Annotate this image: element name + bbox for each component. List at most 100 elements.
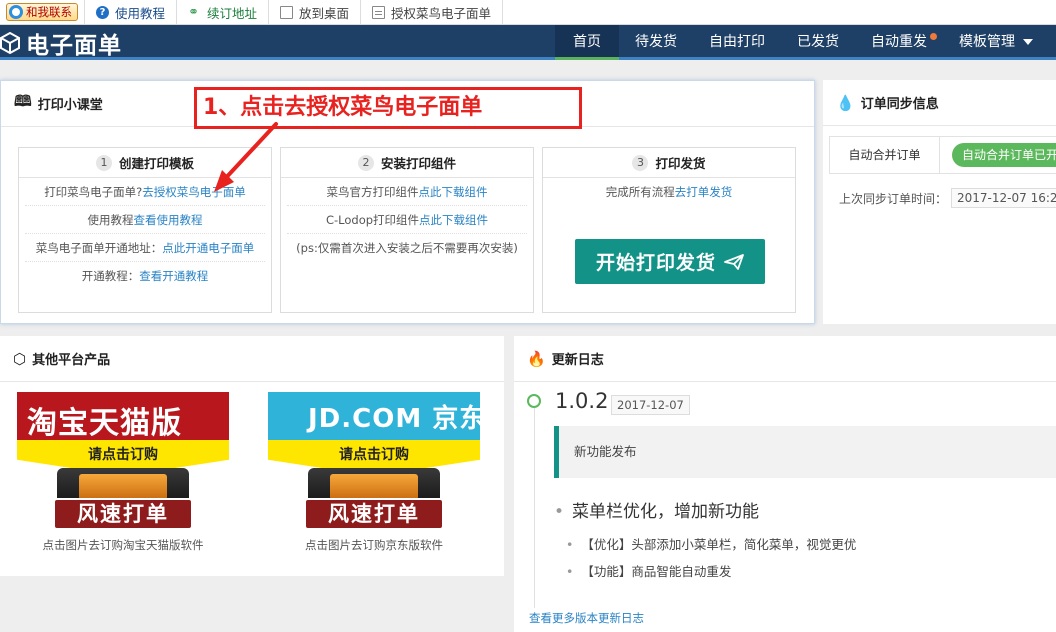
nav-home[interactable]: 首页 xyxy=(555,25,619,60)
step-title: 创建打印模板 xyxy=(119,153,194,172)
download-cainiao-component-link[interactable]: 点此下载组件 xyxy=(419,185,488,199)
tutorial-link[interactable]: ? 使用教程 xyxy=(85,0,177,25)
nav-pending-shipment[interactable]: 待发货 xyxy=(619,25,693,60)
brand-title: 电子面单 xyxy=(26,26,122,60)
desktop-shortcut-link[interactable]: 放到桌面 xyxy=(269,0,361,25)
desktop-icon xyxy=(280,6,293,19)
jd-caption: 点击图片去订购京东版软件 xyxy=(268,537,480,553)
step-header: 3 打印发货 xyxy=(543,148,795,178)
notification-dot xyxy=(930,33,937,40)
release-notice: 新功能发布 xyxy=(554,426,1056,478)
open-tutorial-link[interactable]: 查看开通教程 xyxy=(139,269,208,283)
book-icon: 🕮 xyxy=(14,91,32,116)
qq-icon xyxy=(9,5,23,19)
nav-template-manage-label: 模板管理 xyxy=(959,34,1015,50)
version-number: 1.0.2 xyxy=(555,389,608,413)
step-line: C-Lodop打印组件点此下载组件 xyxy=(287,206,527,234)
more-changelog-link[interactable]: 查看更多版本更新日志 xyxy=(529,610,644,626)
install-note: (ps:仅需首次进入安装之后不需要再次安装) xyxy=(296,241,518,255)
auto-merge-toggle[interactable]: 自动合并订单已开 xyxy=(952,143,1056,167)
line-text: 使用教程 xyxy=(88,213,134,227)
auto-merge-label: 自动合并订单 xyxy=(830,137,940,173)
authorize-cainiao-label: 授权菜鸟电子面单 xyxy=(391,3,491,22)
step-number: 1 xyxy=(96,155,112,171)
nav-shipped[interactable]: 已发货 xyxy=(781,25,855,60)
main-change-point: 菜单栏优化，增加新功能 xyxy=(554,497,759,522)
contact-button[interactable]: 和我联系 xyxy=(6,3,78,21)
document-icon xyxy=(372,6,385,19)
chevron-down-icon xyxy=(1023,39,1033,45)
banner-product-name: 风速打单 xyxy=(304,498,444,530)
go-print-ship-link[interactable]: 去打单发货 xyxy=(675,185,733,199)
step-line: 完成所有流程去打单发货 xyxy=(549,178,789,206)
fire-icon: 🔥 xyxy=(527,350,546,368)
sub-change-point: 【优化】头部添加小菜单栏，简化菜单，视觉更优 xyxy=(566,534,856,553)
jd-banner[interactable]: JD.COM 京东 版 请点击订购 风速打单 xyxy=(268,392,480,532)
other-products-header: ⬡ 其他平台产品 xyxy=(0,336,504,382)
renew-label: 续订地址 xyxy=(207,3,257,22)
line-text: 菜鸟电子面单开通地址： xyxy=(36,241,163,255)
brand-logo[interactable]: 电子面单 xyxy=(0,25,122,60)
start-print-ship-button[interactable]: 开始打印发货 xyxy=(575,239,765,284)
line-text: 打印菜鸟电子面单? xyxy=(44,185,142,199)
timeline-dot xyxy=(527,394,541,408)
last-sync-label: 上次同步订单时间： xyxy=(839,190,947,207)
step-number: 3 xyxy=(632,155,648,171)
banner-subtitle: 请点击订购 xyxy=(268,444,480,464)
tutorial-label: 使用教程 xyxy=(115,3,165,22)
print-course-title: 打印小课堂 xyxy=(38,94,103,113)
banner-product-name: 风速打单 xyxy=(53,498,193,530)
tmall-promo[interactable]: 淘宝天猫版 请点击订购 风速打单 点击图片去订购淘宝天猫版软件 xyxy=(17,392,229,553)
sub-change-point: 【功能】商品智能自动重发 xyxy=(566,561,731,580)
nav-template-manage[interactable]: 模板管理 xyxy=(943,25,1049,60)
open-eorder-link[interactable]: 点此开通电子面单 xyxy=(162,241,254,255)
nav-menu: 首页 待发货 自由打印 已发货 自动重发 模板管理 xyxy=(555,25,1049,60)
line-text: C-Lodop打印组件 xyxy=(326,213,419,227)
step-card-install-component: 2 安装打印组件 菜鸟官方打印组件点此下载组件 C-Lodop打印组件点此下载组… xyxy=(280,147,534,313)
tmall-banner[interactable]: 淘宝天猫版 请点击订购 风速打单 xyxy=(17,392,229,532)
jd-promo[interactable]: JD.COM 京东 版 请点击订购 风速打单 点击图片去订购京东版软件 xyxy=(268,392,480,553)
auto-merge-row: 自动合并订单 自动合并订单已开 xyxy=(829,136,1056,174)
main-navbar: 电子面单 首页 待发货 自由打印 已发货 自动重发 模板管理 xyxy=(0,25,1056,60)
banner-title: 淘宝天猫版 xyxy=(27,398,182,442)
version-date: 2017-12-07 xyxy=(611,395,690,415)
top-utility-bar: 和我联系 ? 使用教程 ⚭ 续订地址 放到桌面 授权菜鸟电子面单 xyxy=(0,0,1056,25)
desktop-shortcut-label: 放到桌面 xyxy=(299,3,349,22)
line-text: 开通教程： xyxy=(82,269,140,283)
help-icon: ? xyxy=(96,6,109,19)
step-card-print-ship: 3 打印发货 完成所有流程去打单发货 开始打印发货 xyxy=(542,147,796,313)
contact-item[interactable]: 和我联系 xyxy=(0,0,85,25)
step-line: 菜鸟电子面单开通地址：点此开通电子面单 xyxy=(25,234,265,262)
renew-link[interactable]: ⚭ 续订地址 xyxy=(177,0,269,25)
step-line: 菜鸟官方打印组件点此下载组件 xyxy=(287,178,527,206)
tmall-caption: 点击图片去订购淘宝天猫版软件 xyxy=(17,537,229,553)
step-title: 安装打印组件 xyxy=(381,153,456,172)
changelog-title: 更新日志 xyxy=(552,349,604,368)
step-line: (ps:仅需首次进入安装之后不需要再次安装) xyxy=(287,234,527,262)
line-text: 菜鸟官方打印组件 xyxy=(327,185,419,199)
other-products-panel: ⬡ 其他平台产品 淘宝天猫版 请点击订购 风速打单 点击图片去订购淘宝天猫版软件… xyxy=(0,336,504,576)
order-sync-title: 订单同步信息 xyxy=(861,93,939,112)
download-clodop-component-link[interactable]: 点此下载组件 xyxy=(419,213,488,227)
step-line: 开通教程：查看开通教程 xyxy=(25,262,265,290)
paper-plane-icon xyxy=(724,254,744,270)
line-text: 完成所有流程 xyxy=(606,185,675,199)
link-icon: ⚭ xyxy=(188,6,201,19)
start-print-ship-label: 开始打印发货 xyxy=(596,248,716,275)
step-line: 使用教程查看使用教程 xyxy=(25,206,265,234)
contact-label: 和我联系 xyxy=(26,4,72,20)
banner-subtitle: 请点击订购 xyxy=(17,444,229,464)
changelog-header: 🔥 更新日志 xyxy=(514,336,1056,382)
other-products-title: 其他平台产品 xyxy=(32,349,110,368)
cube-icon xyxy=(0,32,20,54)
last-sync-time: 上次同步订单时间： 2017-12-07 16:20:3 xyxy=(839,188,1056,208)
nav-free-print[interactable]: 自由打印 xyxy=(693,25,781,60)
nav-auto-resend[interactable]: 自动重发 xyxy=(855,25,943,60)
order-sync-header: 💧 订单同步信息 xyxy=(823,80,1056,126)
order-sync-panel: 💧 订单同步信息 自动合并订单 自动合并订单已开 上次同步订单时间： 2017-… xyxy=(823,80,1056,324)
authorize-cainiao-link[interactable]: 授权菜鸟电子面单 xyxy=(361,0,503,25)
last-sync-value: 2017-12-07 16:20:3 xyxy=(951,188,1056,208)
changelog-panel: 🔥 更新日志 1.0.2 2017-12-07 新功能发布 菜单栏优化，增加新功… xyxy=(514,336,1056,632)
view-tutorial-link[interactable]: 查看使用教程 xyxy=(134,213,203,227)
nav-auto-resend-label: 自动重发 xyxy=(871,34,927,50)
